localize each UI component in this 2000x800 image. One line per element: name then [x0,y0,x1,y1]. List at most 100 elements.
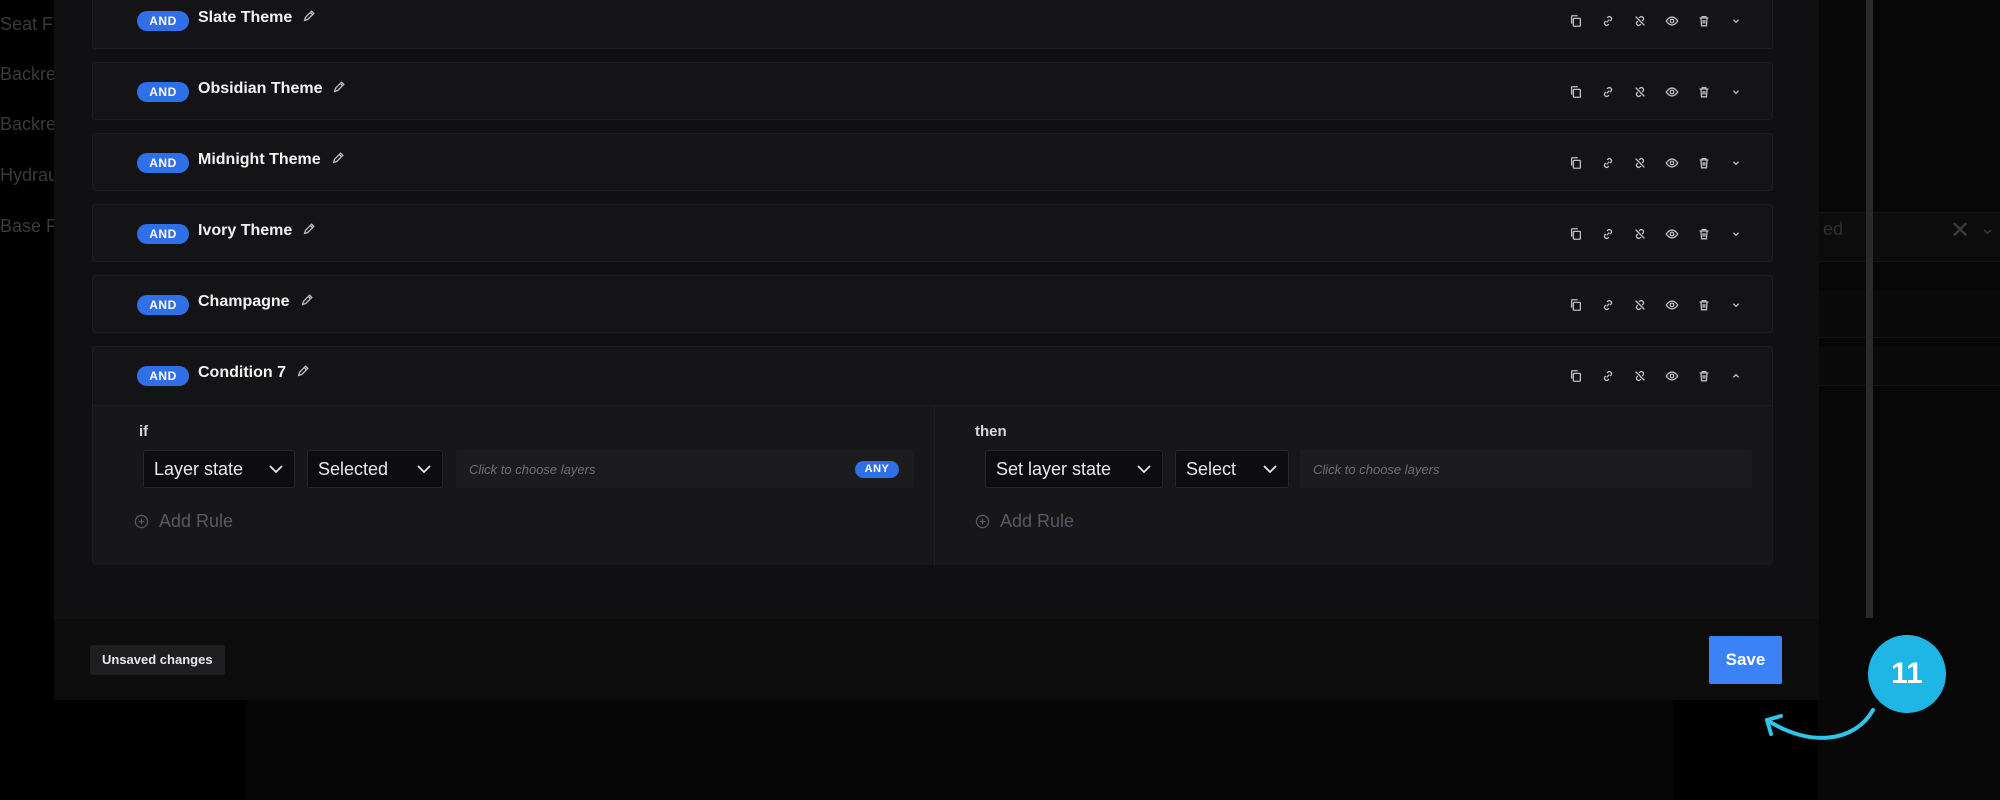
condition-header[interactable]: AND Midnight Theme [93,134,1772,192]
background-panel-bar [1818,212,2000,262]
target-state-select[interactable]: Select [1175,450,1289,488]
unlink-icon[interactable] [1630,295,1650,315]
condition-actions [1566,295,1746,315]
chevron-down-icon [417,465,431,474]
add-rule-button[interactable]: Add Rule [134,511,233,532]
condition-body: if Layer state Selected Click to choose … [93,405,1772,566]
condition-header[interactable]: AND Obsidian Theme [93,63,1772,121]
pencil-icon[interactable] [300,293,314,307]
eye-icon[interactable] [1662,11,1682,31]
then-column: then Set layer state Select Click to cho… [934,406,1772,566]
condition-name: Obsidian Theme [198,80,346,98]
condition-actions [1566,11,1746,31]
eye-icon[interactable] [1662,153,1682,173]
pencil-icon[interactable] [332,80,346,94]
trash-icon[interactable] [1694,82,1714,102]
trash-icon[interactable] [1694,295,1714,315]
condition-actions [1566,153,1746,173]
pencil-icon[interactable] [296,364,310,378]
conditions-modal: AND Slate Theme AND Obsidian Theme AND M… [54,0,1873,700]
condition-header[interactable]: AND Ivory Theme [93,205,1772,263]
and-badge: AND [137,153,189,173]
if-column: if Layer state Selected Click to choose … [93,406,933,566]
condition-name: Condition 7 [198,364,310,382]
and-badge: AND [137,366,189,386]
unlink-icon[interactable] [1630,366,1650,386]
background-panel-row [1818,346,2000,386]
layers-picker[interactable]: Click to choose layers [1300,450,1752,488]
background-item: Hydrau [0,165,59,185]
then-label: then [975,423,1007,440]
condition-row: AND Obsidian Theme [92,62,1773,120]
condition-header[interactable]: AND Condition 7 [93,347,1772,405]
condition-actions [1566,366,1746,386]
curved-arrow-icon [1765,708,1875,740]
trash-icon[interactable] [1694,11,1714,31]
unlink-icon[interactable] [1630,153,1650,173]
and-badge: AND [137,224,189,244]
modal-footer: Unsaved changes Save [54,619,1819,700]
background-sidebar: Seat Fa Backres Backres Hydrau Base Fr [0,0,65,800]
link-icon[interactable] [1598,153,1618,173]
condition-name: Champagne [198,293,314,311]
link-icon[interactable] [1598,295,1618,315]
unlink-icon[interactable] [1630,82,1650,102]
condition-header[interactable]: AND Champagne [93,276,1772,334]
chevron-down-icon[interactable] [1726,153,1746,173]
link-icon[interactable] [1598,366,1618,386]
condition-actions [1566,82,1746,102]
condition-header[interactable]: AND Slate Theme [93,0,1772,50]
trash-icon[interactable] [1694,366,1714,386]
copy-icon[interactable] [1566,366,1586,386]
condition-row: AND Midnight Theme [92,133,1773,191]
link-icon[interactable] [1598,224,1618,244]
chevron-down-icon [269,465,283,474]
copy-icon[interactable] [1566,153,1586,173]
add-rule-button[interactable]: Add Rule [975,511,1074,532]
condition-name: Ivory Theme [198,222,316,240]
eye-icon[interactable] [1662,224,1682,244]
close-icon: ✕ [1950,217,1971,244]
background-footer [246,700,1673,800]
copy-icon[interactable] [1566,295,1586,315]
chevron-down-icon[interactable] [1726,295,1746,315]
eye-icon[interactable] [1662,82,1682,102]
and-badge: AND [137,11,189,31]
state-select[interactable]: Selected [307,450,443,488]
any-badge[interactable]: ANY [855,461,899,478]
pencil-icon[interactable] [302,9,316,23]
copy-icon[interactable] [1566,82,1586,102]
set-layer-state-select[interactable]: Set layer state [985,450,1163,488]
copy-icon[interactable] [1566,11,1586,31]
condition-row: AND Condition 7 if Layer state Selected … [92,346,1773,566]
chevron-down-icon [1263,465,1277,474]
link-icon[interactable] [1598,11,1618,31]
add-circle-icon [134,514,149,529]
chevron-down-icon[interactable] [1726,224,1746,244]
copy-icon[interactable] [1566,224,1586,244]
condition-name: Slate Theme [198,9,316,27]
chevron-down-icon[interactable] [1726,82,1746,102]
and-badge: AND [137,295,189,315]
pencil-icon[interactable] [331,151,345,165]
unlink-icon[interactable] [1630,224,1650,244]
unlink-icon[interactable] [1630,11,1650,31]
scrollbar[interactable] [1866,0,1873,618]
pencil-icon[interactable] [302,222,316,236]
eye-icon[interactable] [1662,295,1682,315]
add-circle-icon [975,514,990,529]
layers-picker[interactable]: Click to choose layers ANY [456,450,914,488]
trash-icon[interactable] [1694,224,1714,244]
save-button[interactable]: Save [1709,636,1782,684]
trash-icon[interactable] [1694,153,1714,173]
eye-icon[interactable] [1662,366,1682,386]
layer-state-select[interactable]: Layer state [143,450,295,488]
chevron-down-icon: ⌄ [1980,218,1996,238]
chevron-up-icon[interactable] [1726,366,1746,386]
condition-row: AND Slate Theme [92,0,1773,49]
chevron-down-icon[interactable] [1726,11,1746,31]
background-panel-text: ed [1823,219,1844,239]
condition-actions [1566,224,1746,244]
link-icon[interactable] [1598,82,1618,102]
condition-name: Midnight Theme [198,151,345,169]
